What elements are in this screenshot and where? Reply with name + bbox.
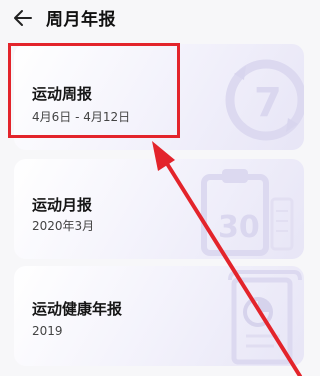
calendar-7-refresh-icon: 7 [225,59,304,141]
monthly-report-period: 2020年3月 [32,219,95,233]
svg-text:30: 30 [218,210,260,245]
yearly-health-report-card[interactable]: 运动健康年报 2019 [14,266,304,366]
page-title: 周月年报 [46,10,116,30]
weekly-report-title: 运动周报 [32,85,93,103]
calendar-30-clipboard-icon: 30 [201,169,294,256]
document-pie-chart-icon [228,270,302,365]
monthly-report-title: 运动月报 [32,196,93,214]
top-app-bar: 周月年报 [0,0,320,36]
yearly-report-title: 运动健康年报 [32,300,123,318]
back-button[interactable] [12,6,34,30]
weekly-monthly-reports-page: 周月年报 7 运动周报 4月6日 - 4月12日 30 运动月报 2020年3月 [0,0,320,376]
weekly-report-card[interactable]: 7 运动周报 4月6日 - 4月12日 [14,44,304,150]
arrow-left-icon [14,10,32,26]
svg-text:7: 7 [254,80,282,126]
monthly-report-card[interactable]: 30 运动月报 2020年3月 [14,159,304,259]
weekly-report-date-range: 4月6日 - 4月12日 [32,110,131,124]
yearly-report-year: 2019 [32,324,63,338]
